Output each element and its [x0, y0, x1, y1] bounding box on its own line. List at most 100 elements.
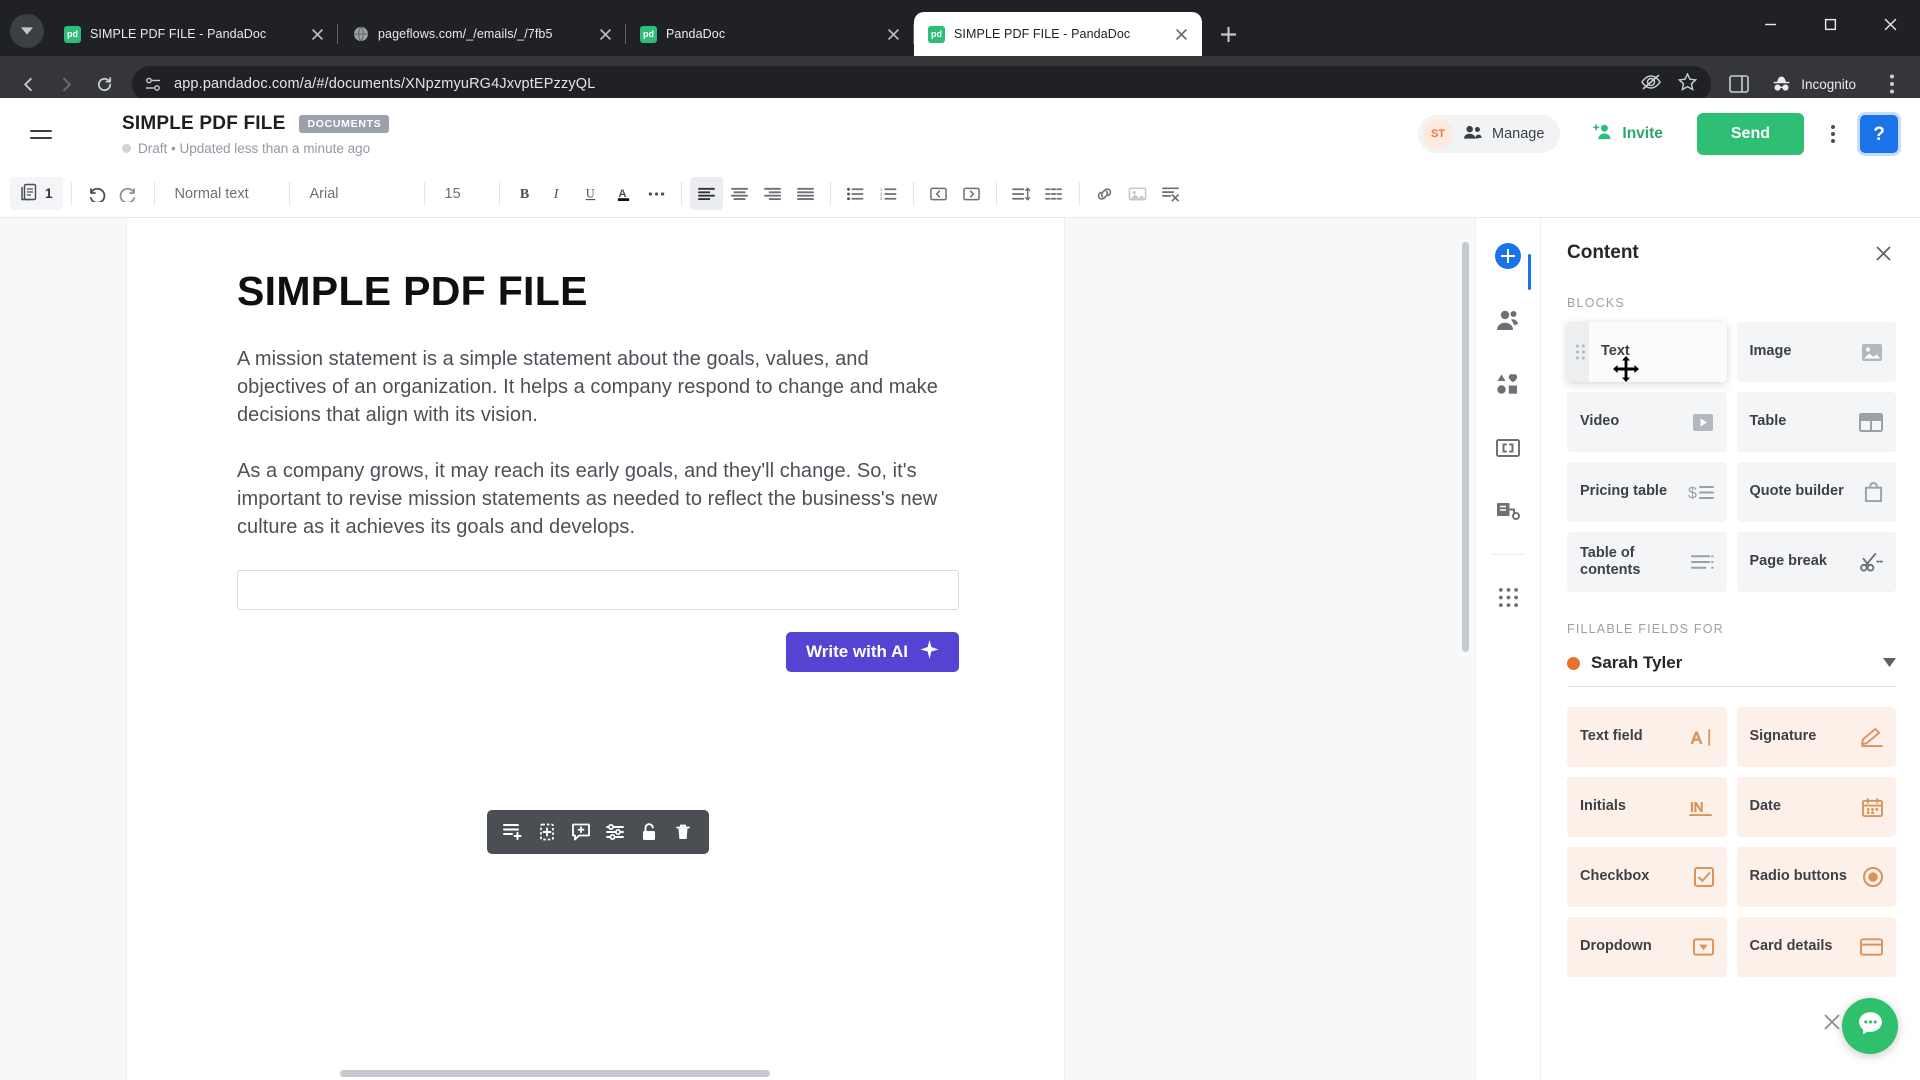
browser-tab-active[interactable]: pd SIMPLE PDF FILE - PandaDoc — [914, 12, 1202, 56]
block-item-pricing-table[interactable]: Pricing table $ — [1567, 462, 1727, 522]
table-grid-button[interactable] — [1038, 177, 1071, 210]
rail-item-shapes[interactable] — [1486, 362, 1530, 406]
close-icon[interactable] — [306, 23, 328, 45]
line-spacing-button[interactable] — [1005, 177, 1038, 210]
underline-button[interactable]: U — [574, 177, 607, 210]
horizontal-scrollbar[interactable] — [340, 1070, 770, 1077]
maximize-button[interactable] — [1800, 0, 1860, 48]
font-family-select[interactable]: Arial — [298, 177, 416, 210]
field-item-checkbox[interactable]: Checkbox — [1567, 847, 1727, 907]
side-panel-icon[interactable] — [1721, 66, 1757, 102]
dropdown-icon — [1692, 938, 1714, 956]
lock-block-icon[interactable] — [634, 817, 664, 847]
align-center-button[interactable] — [723, 177, 756, 210]
bookmark-star-icon[interactable] — [1677, 71, 1698, 96]
recipient-select[interactable]: Sarah Tyler — [1567, 648, 1896, 687]
send-button[interactable]: Send — [1696, 113, 1804, 155]
close-window-button[interactable] — [1860, 0, 1920, 48]
drag-handle-icon[interactable] — [1576, 344, 1585, 360]
block-item-text[interactable]: Text — [1567, 322, 1727, 382]
address-bar[interactable]: app.pandadoc.com/a/#/documents/XNpzmyuRG… — [132, 66, 1712, 102]
redo-button[interactable] — [113, 177, 146, 210]
more-formatting-button[interactable] — [640, 177, 673, 210]
forward-button[interactable] — [48, 66, 84, 102]
undo-button[interactable] — [80, 177, 113, 210]
decrease-indent-button[interactable] — [922, 177, 955, 210]
align-justify-button[interactable] — [789, 177, 822, 210]
rail-item-add-content[interactable] — [1486, 234, 1531, 290]
menu-icon[interactable] — [24, 114, 64, 154]
field-item-radio-buttons[interactable]: Radio buttons — [1736, 847, 1896, 907]
delete-block-icon[interactable] — [668, 817, 698, 847]
incognito-indicator[interactable]: Incognito — [1761, 67, 1870, 101]
close-icon[interactable] — [882, 23, 904, 45]
block-item-quote-builder[interactable]: Quote builder — [1736, 462, 1896, 522]
font-size-select[interactable]: 15 — [433, 177, 491, 210]
text-style-select[interactable]: Normal text — [163, 177, 281, 210]
page-count-button[interactable]: 1 — [10, 177, 63, 210]
vertical-scrollbar[interactable] — [1462, 242, 1469, 652]
tab-search-button[interactable] — [10, 14, 44, 48]
block-item-video[interactable]: Video — [1567, 392, 1727, 452]
back-button[interactable] — [10, 66, 46, 102]
field-item-signature[interactable]: Signature — [1736, 707, 1896, 767]
close-icon[interactable] — [594, 23, 616, 45]
invite-button[interactable]: Invite — [1576, 115, 1678, 153]
write-with-ai-button[interactable]: Write with AI — [786, 632, 959, 673]
block-item-table[interactable]: Table — [1736, 392, 1896, 452]
clear-formatting-button[interactable] — [1154, 177, 1187, 210]
minimize-button[interactable] — [1740, 0, 1800, 48]
field-item-text-field[interactable]: Text field A — [1567, 707, 1727, 767]
block-item-page-break[interactable]: Page break — [1736, 532, 1896, 592]
close-icon[interactable] — [1870, 240, 1896, 266]
insert-image-button[interactable] — [1121, 177, 1154, 210]
chat-widget-button[interactable] — [1842, 998, 1898, 1054]
rail-item-recipients[interactable] — [1486, 298, 1530, 342]
increase-indent-button[interactable] — [955, 177, 988, 210]
field-item-dropdown[interactable]: Dropdown — [1567, 917, 1727, 977]
rail-item-variables[interactable] — [1486, 426, 1530, 470]
block-item-table-of-contents[interactable]: Table of contents — [1567, 532, 1727, 592]
more-options-icon[interactable] — [1816, 115, 1850, 153]
site-settings-icon[interactable] — [145, 76, 162, 93]
browser-tab[interactable]: pageflows.com/_/emails/_/7fb5 — [338, 12, 626, 56]
block-item-image[interactable]: Image — [1736, 322, 1896, 382]
block-settings-icon[interactable] — [600, 817, 630, 847]
browser-tab[interactable]: pd PandaDoc — [626, 12, 914, 56]
align-right-button[interactable] — [756, 177, 789, 210]
italic-button[interactable]: I — [541, 177, 574, 210]
link-button[interactable] — [1088, 177, 1121, 210]
duplicate-block-icon[interactable] — [532, 817, 562, 847]
add-text-block-icon[interactable] — [498, 817, 528, 847]
document-paragraph-2[interactable]: As a company grows, it may reach its ear… — [237, 457, 959, 541]
numbered-list-button[interactable]: 123 — [872, 177, 905, 210]
add-comment-icon[interactable] — [566, 817, 596, 847]
browser-menu-icon[interactable] — [1874, 66, 1910, 102]
bold-button[interactable]: B — [508, 177, 541, 210]
browser-tab[interactable]: pd SIMPLE PDF FILE - PandaDoc — [50, 12, 338, 56]
svg-text:3: 3 — [880, 196, 883, 201]
help-button[interactable]: ? — [1860, 115, 1898, 153]
reload-button[interactable] — [86, 66, 122, 102]
editor-main: SIMPLE PDF FILE A mission statement is a… — [0, 218, 1920, 1080]
rail-item-apps[interactable] — [1486, 575, 1530, 619]
hide-icon[interactable] — [1640, 73, 1662, 96]
document-paragraph-1[interactable]: A mission statement is a simple statemen… — [237, 345, 959, 429]
field-item-card-details[interactable]: Card details — [1736, 917, 1896, 977]
document-heading[interactable]: SIMPLE PDF FILE — [237, 268, 959, 315]
rail-item-workflow[interactable] — [1486, 490, 1530, 534]
panel-header: Content — [1567, 240, 1896, 266]
text-color-button[interactable]: A — [607, 177, 640, 210]
field-item-date[interactable]: Date — [1736, 777, 1896, 837]
recipient-color-dot — [1567, 656, 1580, 670]
new-tab-button[interactable] — [1212, 18, 1244, 50]
tab-title: pageflows.com/_/emails/_/7fb5 — [378, 27, 553, 41]
bullet-list-button[interactable] — [839, 177, 872, 210]
align-left-button[interactable] — [689, 177, 723, 210]
field-item-initials[interactable]: Initials IN — [1567, 777, 1727, 837]
chat-close-icon[interactable] — [1824, 1014, 1842, 1032]
manage-recipients-button[interactable]: ST Manage — [1417, 115, 1561, 153]
close-icon[interactable] — [1170, 23, 1192, 45]
help-icon: ? — [1873, 123, 1885, 145]
ai-prompt-input[interactable] — [237, 570, 959, 611]
